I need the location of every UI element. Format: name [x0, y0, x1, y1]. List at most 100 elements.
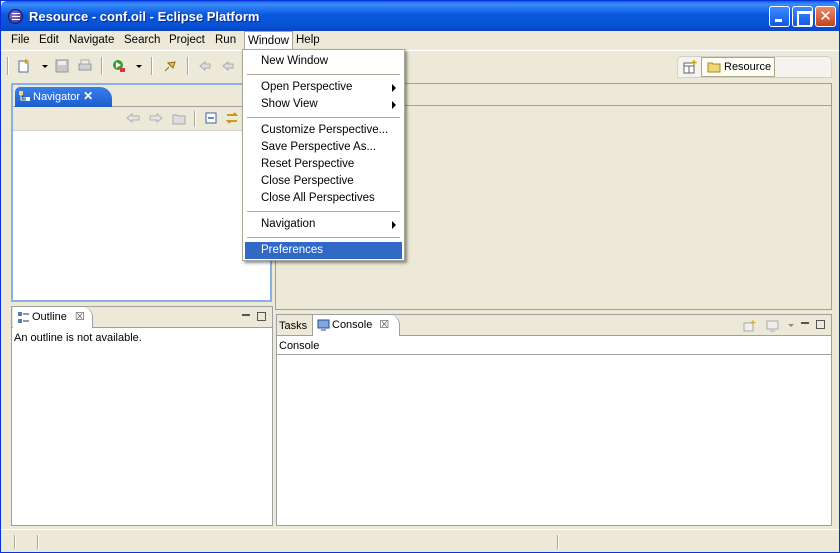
back-arrow-icon[interactable] — [126, 112, 140, 124]
toolbar-grip — [7, 57, 9, 75]
tab-tasks[interactable]: Tasks — [279, 317, 307, 337]
navigator-icon — [19, 91, 30, 101]
save-icon[interactable] — [55, 59, 69, 73]
run-dropdown-icon[interactable] — [136, 65, 142, 68]
menu-item-save-perspective-as[interactable]: Save Perspective As... — [245, 139, 402, 156]
console-tab-label: Console — [332, 319, 373, 331]
new-file-icon[interactable] — [17, 59, 31, 73]
menu-separator — [247, 237, 400, 238]
menu-separator — [247, 211, 400, 212]
tab-console[interactable]: Console ☒ — [312, 315, 400, 336]
menu-item-navigation[interactable]: Navigation — [245, 216, 402, 233]
menu-file[interactable]: File — [11, 33, 30, 48]
resource-perspective-button[interactable]: Resource — [701, 57, 775, 77]
outline-close-icon[interactable]: ☒ — [75, 311, 85, 323]
navigator-close-icon[interactable]: ✕ — [83, 89, 93, 103]
outline-icon — [18, 312, 29, 323]
pin-console-icon[interactable] — [743, 320, 756, 332]
menu-item-label: Show View — [261, 98, 318, 110]
menu-item-label: Open Perspective — [261, 81, 353, 93]
submenu-arrow-icon — [392, 101, 396, 109]
submenu-arrow-icon — [392, 221, 396, 229]
menu-separator — [247, 117, 400, 118]
navigator-toolbar-separator — [194, 111, 196, 127]
console-icon — [317, 319, 330, 331]
navigator-toolbar — [13, 107, 270, 131]
pin-icon[interactable] — [163, 59, 177, 73]
console-dropdown-icon[interactable] — [788, 324, 794, 327]
collapse-all-icon[interactable] — [205, 112, 217, 124]
menu-item-new-window[interactable]: New Window — [245, 53, 402, 70]
menu-item-label: New Window — [261, 55, 329, 67]
status-separator — [557, 535, 559, 549]
console-panel: Tasks Console ☒ Console — [276, 314, 832, 526]
eclipse-window: Resource - conf.oil - Eclipse Platform ✕… — [0, 0, 840, 553]
console-minimize-icon[interactable] — [801, 322, 809, 325]
menu-item-preferences[interactable]: Preferences — [245, 242, 402, 259]
navigator-tab-bar: Navigator ✕ — [13, 85, 270, 107]
outline-tab-label: Outline — [32, 311, 67, 323]
menu-separator — [247, 74, 400, 75]
outline-maximize-icon[interactable] — [257, 312, 266, 321]
menu-window[interactable]: Window — [244, 31, 293, 50]
title-bar[interactable]: Resource - conf.oil - Eclipse Platform ✕ — [1, 1, 839, 31]
print-icon[interactable] — [78, 59, 92, 73]
menu-item-close-perspective[interactable]: Close Perspective — [245, 173, 402, 190]
new-dropdown-icon[interactable] — [42, 65, 48, 68]
status-separator — [37, 535, 39, 549]
run-icon[interactable] — [112, 59, 126, 73]
console-tab-bar: Tasks Console ☒ — [277, 315, 831, 336]
menu-help[interactable]: Help — [296, 33, 320, 48]
menu-item-label: Reset Perspective — [261, 158, 355, 170]
display-console-icon[interactable] — [766, 320, 780, 332]
menu-item-show-view[interactable]: Show View — [245, 96, 402, 113]
menu-item-label: Save Perspective As... — [261, 141, 377, 153]
menu-item-reset-perspective[interactable]: Reset Perspective — [245, 156, 402, 173]
menu-item-label: Close All Perspectives — [261, 192, 375, 204]
open-perspective-icon[interactable] — [683, 60, 697, 74]
forward-arrow-icon[interactable] — [149, 112, 163, 124]
tab-outline[interactable]: Outline ☒ — [13, 307, 93, 328]
maximize-button[interactable] — [792, 6, 813, 27]
menu-item-close-all-perspectives[interactable]: Close All Perspectives — [245, 190, 402, 207]
toolbar-separator — [101, 57, 103, 75]
menu-item-open-perspective[interactable]: Open Perspective — [245, 79, 402, 96]
submenu-arrow-icon — [392, 84, 396, 92]
menu-project[interactable]: Project — [169, 33, 205, 48]
console-maximize-icon[interactable] — [816, 320, 825, 329]
outline-minimize-icon[interactable] — [242, 314, 250, 317]
menu-run[interactable]: Run — [215, 33, 236, 48]
outline-tab-bar: Outline ☒ — [12, 307, 272, 328]
menu-search[interactable]: Search — [124, 33, 160, 48]
menu-navigate[interactable]: Navigate — [69, 33, 114, 48]
menu-item-label: Customize Perspective... — [261, 124, 389, 136]
menu-item-customize-perspective[interactable]: Customize Perspective... — [245, 122, 402, 139]
status-bar — [1, 529, 839, 553]
minimize-button[interactable] — [769, 6, 790, 27]
back-icon[interactable] — [221, 59, 235, 73]
console-close-icon[interactable]: ☒ — [379, 319, 389, 331]
menu-item-label: Close Perspective — [261, 175, 354, 187]
menu-item-label: Preferences — [261, 244, 324, 256]
menu-item-label: Navigation — [261, 218, 316, 230]
menu-bar: File Edit Navigate Search Project Run Wi… — [1, 31, 839, 50]
navigator-tab-label: Navigator — [33, 91, 81, 103]
folder-icon — [707, 62, 721, 73]
status-separator — [14, 535, 16, 549]
navigator-panel: Navigator ✕ — [11, 83, 272, 302]
menu-edit[interactable]: Edit — [39, 33, 59, 48]
link-with-editor-icon[interactable] — [225, 111, 239, 125]
outline-empty-message: An outline is not available. — [14, 332, 142, 344]
close-icon: ✕ — [819, 7, 832, 25]
close-window-button[interactable]: ✕ — [815, 6, 836, 27]
toolbar-separator — [187, 57, 189, 75]
perspective-label: Resource — [724, 61, 772, 73]
outline-panel: Outline ☒ An outline is not available. — [11, 306, 273, 526]
back-history-icon[interactable] — [198, 59, 212, 73]
tab-navigator[interactable]: Navigator ✕ — [15, 87, 112, 107]
toolbar-separator — [151, 57, 153, 75]
window-menu-dropdown: New Window Open Perspective Show View Cu… — [242, 49, 405, 261]
up-folder-icon[interactable] — [172, 111, 186, 125]
eclipse-app-icon — [8, 9, 23, 24]
window-title: Resource - conf.oil - Eclipse Platform — [29, 9, 260, 24]
